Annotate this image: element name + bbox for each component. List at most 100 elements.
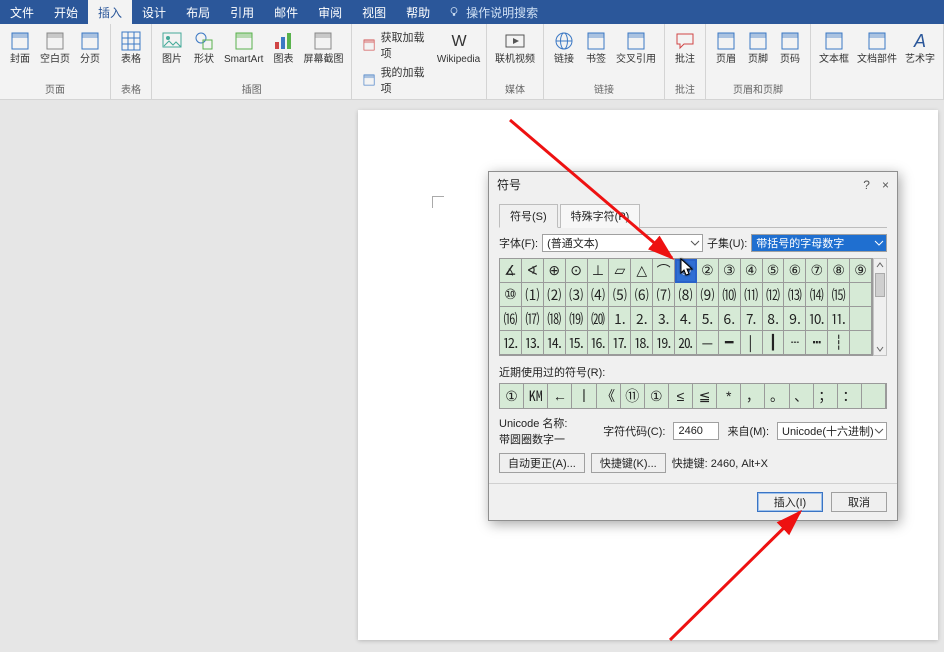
symbol-cell[interactable]: ⒙ [631,331,653,355]
get-addins-button[interactable]: 获取加载项 [358,28,433,62]
wikipedia-button[interactable]: WWikipedia [437,28,480,67]
symbol-cell[interactable]: ⒀ [784,283,806,307]
symbol-cell[interactable]: ┆ [828,331,850,355]
comment-button[interactable]: 批注 [671,28,699,67]
recent-symbol-cell[interactable]: ： [838,384,862,408]
symbol-cell[interactable]: ④ [741,259,763,283]
symbol-cell[interactable]: ┅ [806,331,828,355]
menubar-tab-6[interactable]: 邮件 [264,0,308,24]
scroll-up-icon[interactable] [874,259,886,271]
recent-symbol-cell[interactable]: ① [645,384,669,408]
symbol-cell[interactable]: ⒓ [500,331,522,355]
symbol-cell[interactable]: ━ [719,331,741,355]
subset-select[interactable]: 带括号的字母数字 [751,234,887,252]
symbol-cell[interactable]: ⌒ [653,259,675,283]
symbol-cell[interactable]: ⊕ [544,259,566,283]
symbol-cell[interactable]: ⑸ [609,283,631,307]
recent-symbol-cell[interactable]: ； [814,384,838,408]
symbol-cell[interactable]: ⑥ [784,259,806,283]
autocorrect-button[interactable]: 自动更正(A)... [499,453,585,473]
page-break-button[interactable]: 分页 [76,28,104,67]
symbol-cell[interactable]: ⑨ [850,259,872,283]
symbol-cell[interactable]: ⒏ [763,307,785,331]
symbol-cell[interactable]: ⑿ [763,283,785,307]
recent-symbol-cell[interactable]: ⑪ [621,384,645,408]
symbol-cell[interactable]: ⑻ [675,283,697,307]
page-number-button[interactable]: 页码 [776,28,804,67]
symbol-cell[interactable]: ⒌ [697,307,719,331]
table-button[interactable]: 表格 [117,28,145,67]
symbol-cell[interactable]: ∡ [500,259,522,283]
recent-symbol-cell[interactable]: 。 [765,384,789,408]
symbol-cell[interactable] [850,307,872,331]
symbol-cell[interactable]: ⑹ [631,283,653,307]
symbol-cell[interactable]: ③ [719,259,741,283]
symbol-cell[interactable]: │ [741,331,763,355]
insert-button[interactable]: 插入(I) [757,492,823,512]
symbol-cell[interactable]: ⑤ [763,259,785,283]
recent-symbol-cell[interactable]: 《 [597,384,621,408]
symbol-cell[interactable]: △ [631,259,653,283]
symbol-cell[interactable]: ⒖ [566,331,588,355]
symbol-cell[interactable]: ⒐ [784,307,806,331]
symbol-cell[interactable]: ⒁ [806,283,828,307]
cross-ref-button[interactable]: 交叉引用 [614,28,658,67]
recent-symbol-cell[interactable]: ≤ [669,384,693,408]
symbol-cell[interactable]: ┄ [784,331,806,355]
header-button[interactable]: 页眉 [712,28,740,67]
symbol-cell[interactable]: ⒒ [828,307,850,331]
symbol-cell[interactable]: ⑷ [588,283,610,307]
symbol-cell[interactable] [850,331,872,355]
my-addins-button[interactable]: 我的加载项 [358,63,433,97]
dialog-titlebar[interactable]: 符号 ? × [489,172,897,197]
smartart-button[interactable]: SmartArt [222,28,265,67]
symbol-cell[interactable]: ⒄ [522,307,544,331]
shortcut-key-button[interactable]: 快捷键(K)... [591,453,666,473]
symbol-cell[interactable]: ⒔ [522,331,544,355]
recent-symbol-cell[interactable] [862,384,886,408]
help-button[interactable]: ? [863,178,870,192]
symbol-cell[interactable]: ⒊ [653,307,675,331]
symbol-cell[interactable] [850,283,872,307]
symbol-cell[interactable]: ① [675,259,697,283]
symbol-cell[interactable]: ⑾ [741,283,763,307]
font-select[interactable]: (普通文本) [542,234,703,252]
footer-button[interactable]: 页脚 [744,28,772,67]
symbol-cell[interactable]: ∢ [522,259,544,283]
symbol-cell[interactable]: ⒈ [609,307,631,331]
symbol-cell[interactable]: ⒇ [588,307,610,331]
shapes-button[interactable]: 形状 [190,28,218,67]
cancel-button[interactable]: 取消 [831,492,887,512]
menubar-tab-3[interactable]: 设计 [132,0,176,24]
cover-page-button[interactable]: 封面 [6,28,34,67]
menubar-tab-7[interactable]: 审阅 [308,0,352,24]
link-button[interactable]: 链接 [550,28,578,67]
char-code-input[interactable]: 2460 [673,422,719,440]
dialog-tab-0[interactable]: 符号(S) [499,204,558,228]
symbol-cell[interactable]: ⑶ [566,283,588,307]
symbol-cell[interactable]: ⒃ [500,307,522,331]
symbol-cell[interactable]: ▱ [609,259,631,283]
symbol-cell[interactable]: ⒕ [544,331,566,355]
quick-parts-button[interactable]: 文档部件 [855,28,899,67]
symbol-cell[interactable]: ⒋ [675,307,697,331]
menubar-tab-9[interactable]: 帮助 [396,0,440,24]
symbol-cell[interactable]: ⑩ [500,283,522,307]
scroll-down-icon[interactable] [874,343,886,355]
symbol-cell[interactable]: ⒚ [653,331,675,355]
symbol-cell[interactable]: ⑧ [828,259,850,283]
recent-symbol-cell[interactable]: ㏎ [524,384,548,408]
symbol-cell[interactable]: ⊙ [566,259,588,283]
bookmark-button[interactable]: 书签 [582,28,610,67]
symbol-cell[interactable]: ⒑ [806,307,828,331]
chart-button[interactable]: 图表 [269,28,297,67]
online-video-button[interactable]: 联机视频 [493,28,537,67]
symbol-cell[interactable]: ⒛ [675,331,697,355]
scroll-thumb[interactable] [875,273,885,297]
recent-symbol-cell[interactable]: ≦ [693,384,717,408]
menubar-tab-5[interactable]: 引用 [220,0,264,24]
symbol-cell[interactable]: ⒆ [566,307,588,331]
dialog-tab-1[interactable]: 特殊字符(P) [560,204,641,228]
from-select[interactable]: Unicode(十六进制) [777,422,887,440]
menubar-tab-2[interactable]: 插入 [88,0,132,24]
